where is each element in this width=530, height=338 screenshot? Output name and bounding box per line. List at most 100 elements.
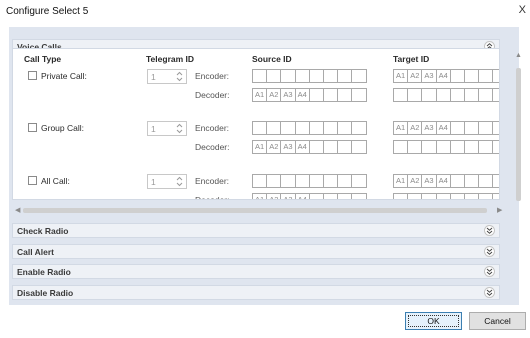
close-button[interactable]: X [519, 4, 526, 16]
expand-icon[interactable] [484, 287, 495, 298]
source-id-encoder-field[interactable] [252, 69, 367, 83]
id-digit-cell [337, 140, 353, 154]
target-id-decoder-field[interactable] [393, 88, 499, 102]
id-digit-cell [351, 140, 367, 154]
id-digit-cell [337, 193, 353, 199]
source-id-encoder-field[interactable] [252, 121, 367, 135]
all-call-checkbox[interactable] [28, 176, 37, 185]
decoder-label: Decoder: [195, 195, 230, 200]
id-digit-cell [492, 69, 499, 83]
id-digit-cell [294, 174, 310, 188]
group-call-checkbox[interactable] [28, 123, 37, 132]
target-id-encoder-field[interactable]: A1 A2 A3 A4 [393, 69, 499, 83]
source-id-decoder-field[interactable]: A1 A2 A3 A4 [252, 88, 367, 102]
spinner-arrows-icon[interactable] [176, 71, 183, 82]
encoder-label: Encoder: [195, 123, 230, 133]
id-digit-cell [351, 88, 367, 102]
expand-icon[interactable] [484, 225, 495, 236]
section-check-radio[interactable]: Check Radio [12, 223, 500, 238]
encoder-label: Encoder: [195, 71, 230, 81]
id-digit-cell [308, 121, 324, 135]
id-digit-cell [308, 69, 324, 83]
id-digit-cell: A2 [266, 88, 282, 102]
id-digit-cell [478, 121, 494, 135]
id-digit-cell [478, 88, 494, 102]
id-digit-cell [435, 193, 451, 199]
expand-icon[interactable] [484, 246, 495, 257]
id-digit-cell [407, 193, 423, 199]
id-digit-cell [337, 69, 353, 83]
all-call-telegram-id-spinner[interactable]: 1 [147, 174, 187, 189]
id-digit-cell: A1 [252, 140, 268, 154]
call-type-header: Call Type [24, 54, 62, 64]
ok-button[interactable]: OK [405, 312, 462, 330]
horizontal-scrollbar[interactable]: ◀ ▶ [15, 206, 505, 215]
id-digit-cell [393, 88, 409, 102]
vertical-scrollbar[interactable]: ▲ [514, 48, 523, 201]
configure-dialog: Configure Select 5 X Voice Calls Call Ty… [0, 0, 530, 338]
id-digit-cell [322, 193, 339, 199]
id-digit-cell [351, 193, 367, 199]
id-digit-cell [492, 121, 499, 135]
id-digit-cell [449, 88, 465, 102]
id-digit-cell [478, 140, 494, 154]
id-digit-cell: A1 [393, 69, 409, 83]
id-digit-cell [478, 174, 494, 188]
target-id-encoder-field[interactable]: A1 A2 A3 A4 [393, 121, 499, 135]
voice-calls-content: Call Type Telegram ID Source ID Target I… [12, 48, 500, 200]
id-digit-cell [266, 174, 282, 188]
title-bar: Configure Select 5 X [0, 0, 530, 24]
id-digit-cell [308, 174, 324, 188]
id-digit-cell [407, 88, 423, 102]
section-call-alert[interactable]: Call Alert [12, 244, 500, 259]
source-id-header: Source ID [252, 54, 292, 64]
id-digit-cell [351, 69, 367, 83]
target-id-decoder-field[interactable] [393, 193, 499, 199]
section-disable-radio[interactable]: Disable Radio [12, 285, 500, 300]
section-check-radio-label: Check Radio [17, 226, 69, 236]
scroll-right-icon[interactable]: ▶ [497, 206, 502, 214]
id-digit-cell [449, 193, 465, 199]
scroll-left-icon[interactable]: ◀ [15, 206, 20, 214]
id-digit-cell [463, 174, 480, 188]
id-digit-cell [266, 121, 282, 135]
id-digit-cell: A2 [266, 193, 282, 199]
spinner-arrows-icon[interactable] [176, 123, 183, 134]
scroll-up-icon[interactable]: ▲ [515, 52, 522, 59]
id-digit-cell [478, 193, 494, 199]
expand-icon[interactable] [484, 266, 495, 277]
source-id-decoder-field[interactable]: A1 A2 A3 A4 [252, 193, 367, 199]
cancel-button[interactable]: Cancel [469, 312, 526, 330]
vertical-scroll-thumb[interactable] [516, 68, 521, 201]
id-digit-cell: A4 [294, 140, 310, 154]
id-digit-cell: A2 [266, 140, 282, 154]
id-digit-cell [478, 69, 494, 83]
id-digit-cell: A2 [407, 121, 423, 135]
source-id-encoder-field[interactable] [252, 174, 367, 188]
id-digit-cell [351, 121, 367, 135]
id-digit-cell [308, 88, 324, 102]
source-id-decoder-field[interactable]: A1 A2 A3 A4 [252, 140, 367, 154]
id-digit-cell [421, 88, 437, 102]
section-enable-radio[interactable]: Enable Radio [12, 264, 500, 279]
horizontal-scroll-thumb[interactable] [23, 208, 487, 213]
target-id-decoder-field[interactable] [393, 140, 499, 154]
spinner-arrows-icon[interactable] [176, 176, 183, 187]
decoder-label: Decoder: [195, 142, 230, 152]
group-call-telegram-id-spinner[interactable]: 1 [147, 121, 187, 136]
id-digit-cell [449, 69, 465, 83]
id-digit-cell [463, 121, 480, 135]
id-digit-cell [463, 69, 480, 83]
target-id-encoder-field[interactable]: A1 A2 A3 A4 [393, 174, 499, 188]
private-call-telegram-id-spinner[interactable]: 1 [147, 69, 187, 84]
id-digit-cell [337, 174, 353, 188]
id-digit-cell: A2 [407, 69, 423, 83]
private-call-checkbox[interactable] [28, 71, 37, 80]
window-title: Configure Select 5 [6, 6, 89, 17]
id-digit-cell [266, 69, 282, 83]
decoder-label: Decoder: [195, 90, 230, 100]
id-digit-cell [393, 193, 409, 199]
id-digit-cell [463, 88, 480, 102]
id-digit-cell [252, 69, 268, 83]
id-digit-cell: A3 [421, 121, 437, 135]
